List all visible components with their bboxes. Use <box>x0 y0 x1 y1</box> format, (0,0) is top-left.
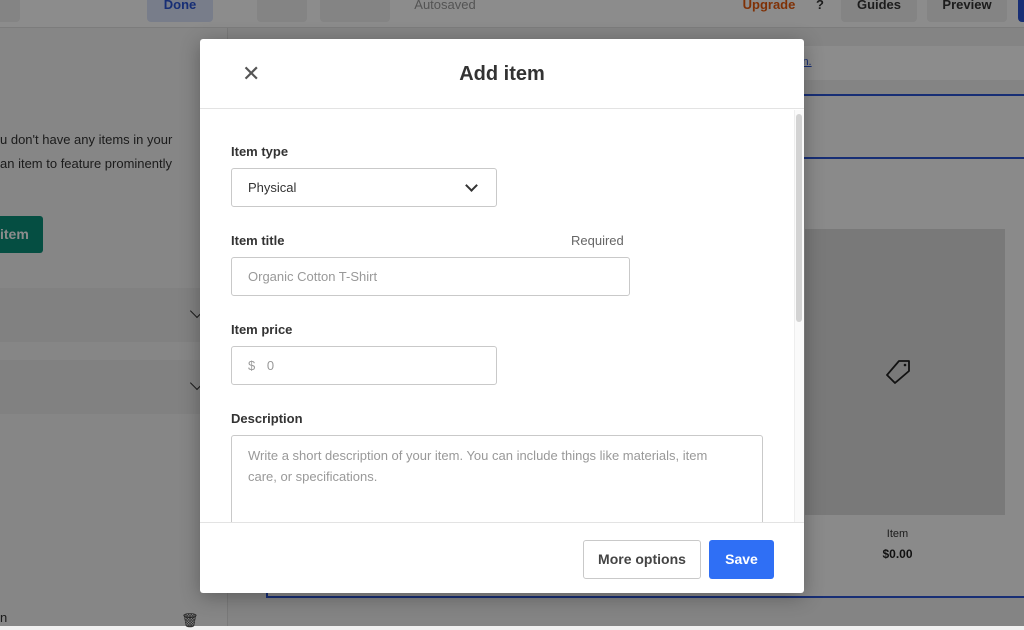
item-price-placeholder: 0 <box>266 358 275 373</box>
item-title-placeholder: Organic Cotton T-Shirt <box>248 269 378 284</box>
item-title-label: Item title <box>231 233 285 248</box>
modal-footer: More options Save <box>200 522 804 593</box>
item-type-select[interactable]: Physical <box>231 168 497 207</box>
modal-title: Add item <box>459 63 545 85</box>
save-button[interactable]: Save <box>709 540 774 579</box>
description-placeholder: Write a short description of your item. … <box>248 448 708 484</box>
add-item-modal: ✕ Add item Item type Physical Item title… <box>200 39 804 593</box>
description-label: Description <box>231 411 303 426</box>
item-title-input[interactable]: Organic Cotton T-Shirt <box>231 257 630 296</box>
description-textarea[interactable]: Write a short description of your item. … <box>231 435 763 522</box>
scrollbar-thumb[interactable] <box>796 114 802 322</box>
item-price-input[interactable]: $ 0 <box>231 346 497 385</box>
required-label: Required <box>571 233 624 248</box>
item-price-label: Item price <box>231 322 293 337</box>
item-type-label: Item type <box>231 144 289 159</box>
modal-body: Item type Physical Item title Required O… <box>200 110 804 522</box>
currency-symbol: $ <box>248 358 256 373</box>
item-type-value: Physical <box>248 180 297 195</box>
more-options-button[interactable]: More options <box>583 540 701 579</box>
modal-header: ✕ Add item <box>200 39 804 109</box>
chevron-down-icon <box>465 179 478 192</box>
close-icon[interactable]: ✕ <box>242 63 260 85</box>
scrollbar[interactable] <box>794 110 804 522</box>
